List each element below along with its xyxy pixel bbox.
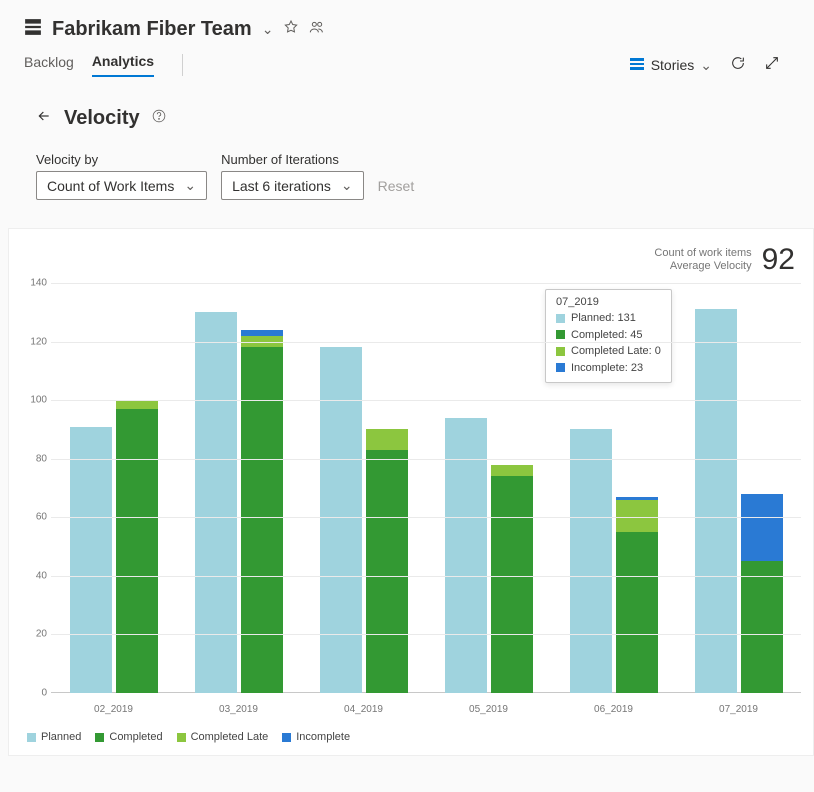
favorite-star-icon[interactable]	[283, 19, 299, 40]
tab-separator	[182, 54, 183, 76]
y-tick: 0	[41, 688, 47, 699]
team-icon	[24, 18, 42, 41]
legend-incomplete: Incomplete	[296, 731, 350, 743]
legend-late: Completed Late	[191, 731, 269, 743]
metric-label-1: Count of work items	[654, 247, 751, 260]
legend-planned: Planned	[41, 731, 81, 743]
chevron-down-icon: ⌄	[700, 57, 712, 74]
bar-group[interactable]: 07_2019	[676, 283, 801, 693]
velocity-by-label: Velocity by	[36, 152, 207, 167]
bar-planned[interactable]	[570, 429, 612, 693]
bar-actual[interactable]	[116, 400, 158, 693]
y-tick: 120	[30, 336, 47, 347]
tooltip-planned: Planned: 131	[571, 310, 636, 327]
team-members-icon[interactable]	[309, 19, 325, 40]
chart-tooltip: 07_2019 Planned: 131 Completed: 45 Compl…	[545, 289, 672, 383]
reset-button[interactable]: Reset	[378, 178, 415, 194]
bar-actual[interactable]	[366, 429, 408, 693]
y-tick: 60	[36, 512, 47, 523]
bar-planned[interactable]	[695, 309, 737, 693]
fullscreen-icon[interactable]	[764, 55, 780, 76]
chart-legend: Planned Completed Completed Late Incompl…	[13, 731, 809, 743]
x-label: 04_2019	[301, 704, 426, 715]
iterations-label: Number of Iterations	[221, 152, 364, 167]
velocity-chart-card: Count of work items Average Velocity 92 …	[8, 228, 814, 756]
bar-group[interactable]: 05_2019	[426, 283, 551, 693]
y-tick: 100	[30, 395, 47, 406]
y-tick: 140	[30, 278, 47, 289]
team-chevron-icon[interactable]: ⌄	[262, 21, 274, 38]
chevron-down-icon: ⌄	[184, 177, 196, 194]
team-name[interactable]: Fabrikam Fiber Team	[52, 18, 252, 41]
bar-actual[interactable]	[741, 494, 783, 693]
bar-planned[interactable]	[70, 427, 112, 694]
metric-label-2: Average Velocity	[670, 260, 752, 273]
help-icon[interactable]	[152, 109, 166, 128]
iterations-select[interactable]: Last 6 iterations ⌄	[221, 171, 364, 200]
x-label: 06_2019	[551, 704, 676, 715]
bar-group[interactable]: 03_2019	[176, 283, 301, 693]
refresh-icon[interactable]	[730, 55, 746, 76]
x-label: 05_2019	[426, 704, 551, 715]
view-options-label: Stories	[651, 57, 695, 73]
bar-planned[interactable]	[195, 312, 237, 693]
bar-actual[interactable]	[491, 465, 533, 693]
back-arrow-icon[interactable]	[36, 108, 52, 129]
tooltip-incomplete: Incomplete: 23	[571, 360, 643, 377]
metric-value: 92	[762, 243, 795, 277]
velocity-chart[interactable]: 020406080100120140 02_201903_201904_2019…	[21, 283, 801, 723]
tab-analytics[interactable]: Analytics	[92, 53, 154, 77]
bar-group[interactable]: 04_2019	[301, 283, 426, 693]
y-tick: 40	[36, 570, 47, 581]
tooltip-title: 07_2019	[556, 296, 661, 308]
legend-completed: Completed	[109, 731, 162, 743]
y-tick: 80	[36, 453, 47, 464]
chevron-down-icon: ⌄	[341, 177, 353, 194]
x-label: 02_2019	[51, 704, 176, 715]
tooltip-completed: Completed: 45	[571, 327, 643, 344]
view-options-stories[interactable]: Stories ⌄	[629, 56, 712, 75]
x-label: 07_2019	[676, 704, 801, 715]
y-tick: 20	[36, 629, 47, 640]
velocity-by-value: Count of Work Items	[47, 178, 174, 194]
tab-backlog[interactable]: Backlog	[24, 54, 74, 76]
x-label: 03_2019	[176, 704, 301, 715]
bar-group[interactable]: 02_2019	[51, 283, 176, 693]
page-title: Velocity	[64, 107, 140, 130]
bar-actual[interactable]	[241, 330, 283, 693]
stories-icon	[629, 56, 645, 75]
tooltip-late: Completed Late: 0	[571, 343, 661, 360]
bar-actual[interactable]	[616, 497, 658, 693]
iterations-value: Last 6 iterations	[232, 178, 331, 194]
velocity-by-select[interactable]: Count of Work Items ⌄	[36, 171, 207, 200]
